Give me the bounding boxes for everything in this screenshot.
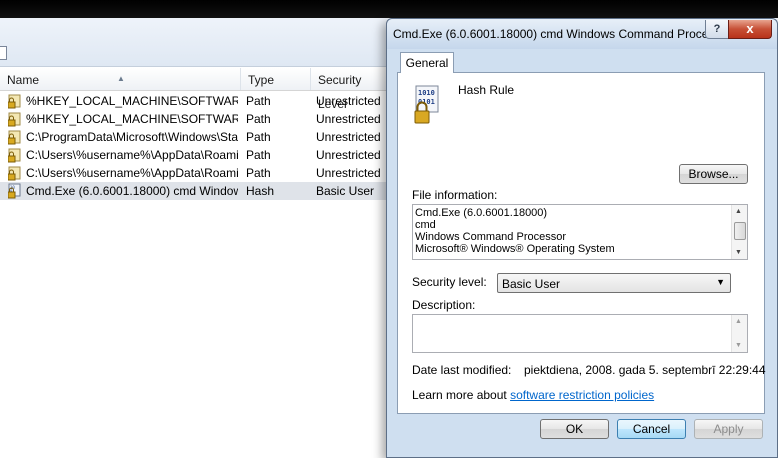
- background-window-titlebar: [0, 0, 778, 18]
- row-type: Path: [246, 94, 271, 108]
- file-information-label: File information:: [412, 188, 498, 202]
- row-name: C:\Users\%username%\AppData\Roami...: [26, 148, 238, 162]
- scroll-thumb[interactable]: [734, 222, 746, 240]
- scroll-down-icon[interactable]: ▼: [735, 249, 742, 256]
- list-header: Name ▲ Type Security Level: [0, 68, 390, 111]
- close-button[interactable]: x: [728, 20, 772, 39]
- folder-lock-icon: [8, 148, 21, 163]
- table-row[interactable]: C:\ProgramData\Microsoft\Windows\Sta... …: [0, 128, 386, 146]
- folder-lock-icon: [8, 112, 21, 127]
- ok-button[interactable]: OK: [540, 419, 609, 439]
- row-type: Path: [246, 112, 271, 126]
- scroll-up-icon[interactable]: ▲: [735, 318, 742, 325]
- scroll-down-icon[interactable]: ▼: [735, 342, 742, 349]
- date-modified-label: Date last modified:: [412, 363, 512, 377]
- table-row[interactable]: %HKEY_LOCAL_MACHINE\SOFTWARE\... Path Un…: [0, 110, 386, 128]
- description-label: Description:: [412, 298, 476, 312]
- browse-button[interactable]: Browse...: [679, 164, 748, 184]
- toolbar-document-icon[interactable]: [0, 46, 7, 60]
- folder-lock-icon: [8, 166, 21, 181]
- column-header-type-label: Type: [248, 73, 275, 87]
- sort-ascending-icon: ▲: [117, 74, 125, 83]
- row-name: C:\ProgramData\Microsoft\Windows\Sta...: [26, 130, 238, 144]
- hash-rule-icon: 1010 0101: [414, 85, 439, 124]
- table-row[interactable]: %HKEY_LOCAL_MACHINE\SOFTWARE\... Path Un…: [0, 92, 386, 110]
- column-header-security-level[interactable]: Security Level: [310, 68, 390, 111]
- row-type: Path: [246, 166, 271, 180]
- rules-list: %HKEY_LOCAL_MACHINE\SOFTWARE\... Path Un…: [0, 92, 390, 200]
- table-row-selected[interactable]: 10 01 Cmd.Exe (6.0.6001.18000) cmd Windo…: [0, 182, 386, 200]
- column-header-name[interactable]: Name ▲: [0, 68, 240, 90]
- row-name: %HKEY_LOCAL_MACHINE\SOFTWARE\...: [26, 112, 238, 126]
- description-scrollbar[interactable]: ▲ ▼: [731, 315, 747, 352]
- row-security-level: Unrestricted: [316, 148, 381, 162]
- security-level-select[interactable]: Basic User ▼: [497, 273, 731, 293]
- apply-button[interactable]: Apply: [694, 419, 763, 439]
- date-modified-value: piektdiena, 2008. gada 5. septembrī 22:2…: [524, 363, 766, 377]
- row-security-level: Basic User: [316, 184, 375, 198]
- file-info-line: Windows Command Processor: [415, 231, 566, 243]
- row-name: C:\Users\%username%\AppData\Roami...: [26, 166, 238, 180]
- column-header-type[interactable]: Type: [240, 68, 310, 90]
- close-icon: x: [746, 21, 754, 36]
- file-info-line: Cmd.Exe (6.0.6001.18000): [415, 207, 548, 219]
- cancel-button[interactable]: Cancel: [617, 419, 686, 439]
- hash-rule-properties-dialog: Cmd.Exe (6.0.6001.18000) cmd Windows Com…: [386, 18, 778, 458]
- folder-lock-icon: [8, 130, 21, 145]
- folder-lock-icon: [8, 94, 21, 109]
- learn-more-text: Learn more about software restriction po…: [412, 388, 654, 402]
- row-security-level: Unrestricted: [316, 94, 381, 108]
- file-information-text: Cmd.Exe (6.0.6001.18000) cmd Windows Com…: [415, 207, 615, 255]
- hash-rule-icon: 10 01: [8, 183, 21, 199]
- learn-more-prefix: Learn more about: [412, 388, 511, 402]
- file-information-field[interactable]: Cmd.Exe (6.0.6001.18000) cmd Windows Com…: [412, 204, 748, 260]
- row-type: Path: [246, 130, 271, 144]
- row-security-level: Unrestricted: [316, 130, 381, 144]
- dialog-title: Cmd.Exe (6.0.6001.18000) cmd Windows Com…: [393, 27, 725, 41]
- row-type: Hash: [246, 184, 275, 198]
- general-tab-panel: 1010 0101 Hash Rule Browse... File infor…: [397, 72, 766, 414]
- file-info-scrollbar[interactable]: ▲ ▼: [731, 205, 747, 259]
- row-type: Path: [246, 148, 271, 162]
- column-header-name-label: Name: [7, 73, 40, 87]
- file-info-line: cmd: [415, 219, 436, 231]
- table-row[interactable]: C:\Users\%username%\AppData\Roami... Pat…: [0, 146, 386, 164]
- rule-type-title: Hash Rule: [458, 83, 515, 97]
- help-button[interactable]: ?: [705, 20, 729, 39]
- software-restriction-policies-link[interactable]: software restriction policies: [510, 388, 654, 402]
- row-name: %HKEY_LOCAL_MACHINE\SOFTWARE\...: [26, 94, 238, 108]
- file-info-line: Microsoft® Windows® Operating System: [415, 243, 615, 255]
- row-security-level: Unrestricted: [316, 112, 381, 126]
- tab-general[interactable]: General: [400, 52, 454, 73]
- dialog-titlebar[interactable]: Cmd.Exe (6.0.6001.18000) cmd Windows Com…: [387, 19, 777, 49]
- security-level-value: Basic User: [502, 277, 561, 291]
- description-field[interactable]: ▲ ▼: [412, 314, 748, 353]
- row-security-level: Unrestricted: [316, 166, 381, 180]
- scroll-up-icon[interactable]: ▲: [735, 208, 742, 215]
- row-name: Cmd.Exe (6.0.6001.18000) cmd Windows...: [26, 184, 238, 198]
- help-icon: ?: [713, 23, 721, 35]
- security-level-label: Security level:: [412, 275, 487, 289]
- svg-text:1010: 1010: [418, 89, 435, 97]
- table-row[interactable]: C:\Users\%username%\AppData\Roami... Pat…: [0, 164, 386, 182]
- chevron-down-icon: ▼: [716, 277, 725, 287]
